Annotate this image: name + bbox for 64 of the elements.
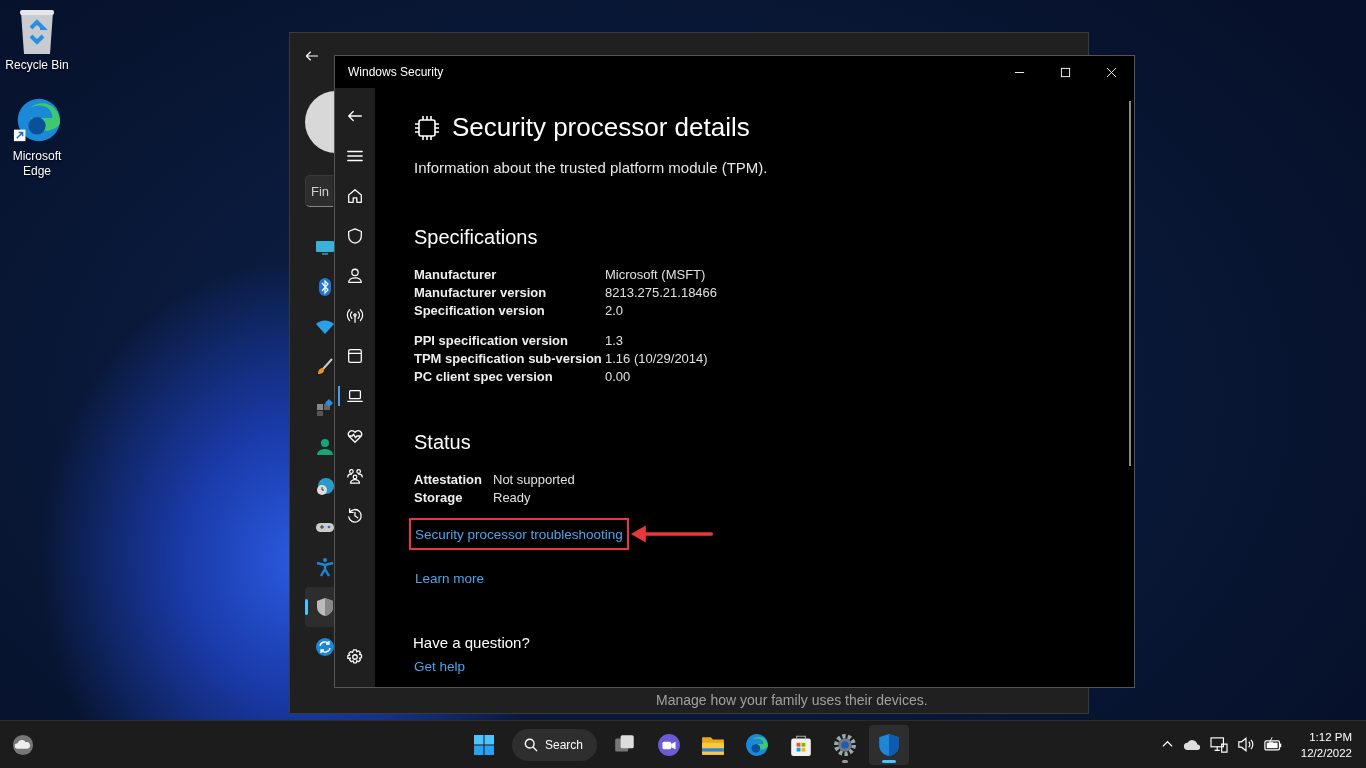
windows-logo-icon[interactable] [473,733,495,756]
desktop-icon-label: Microsoft Edge [11,149,63,179]
status-value: Ready [493,490,532,506]
gear-icon[interactable] [833,732,858,757]
person-icon[interactable] [346,267,364,285]
maximize-icon[interactable] [1059,66,1071,78]
back-arrow-icon[interactable] [304,48,320,64]
section-heading: Specifications [414,226,539,249]
spec-value: 1.16 (10/29/2014) [605,351,708,367]
status-label: Attestation [414,472,483,488]
window-title: Windows Security [347,65,445,79]
edge-icon[interactable] [745,732,770,757]
chip-icon [414,114,440,141]
apps-icon[interactable] [315,397,335,417]
search-field[interactable]: Fin [305,175,333,207]
people-icon[interactable] [346,467,364,485]
section-heading: Status [414,431,472,454]
globe-clock-icon[interactable] [315,477,335,497]
description-text: Manage how your family uses their devices. [656,692,928,708]
spec-label: Manufacturer [414,267,498,283]
accessibility-icon[interactable] [315,557,335,577]
cloud-icon[interactable] [1182,738,1201,751]
laptop-icon[interactable] [346,387,364,405]
desktop-icon-label: Recycle Bin [4,58,70,73]
heart-pulse-icon[interactable] [346,427,364,445]
spec-label: PC client spec version [414,369,554,385]
app-window-icon[interactable] [346,347,364,365]
brush-icon[interactable] [315,357,335,377]
recycle-bin-icon[interactable] [17,8,57,54]
speaker-icon[interactable] [1236,737,1255,752]
status-value: Not supported [493,472,575,488]
link[interactable]: Get help [414,659,1134,674]
question-heading: Have a question? [413,634,531,651]
sync-icon[interactable] [315,637,335,657]
search-button[interactable]: Search [512,728,598,761]
clock-date[interactable]: 12/2/2022 [1300,744,1352,761]
link[interactable]: Security processor troubleshooting [415,527,623,542]
spec-value: 1.3 [605,333,625,349]
antenna-icon[interactable] [346,307,364,325]
battery-icon[interactable] [1263,737,1284,752]
link[interactable]: Learn more [415,570,485,586]
close-icon[interactable] [1105,66,1117,78]
spec-label: Manufacturer version [414,285,548,301]
page-title: Security processor details [452,112,750,143]
spec-value: Microsoft (MSFT) [605,267,707,283]
spec-value: 8213.275.21.18466 [605,285,718,301]
page-subtitle: Information about the trusted platform module (TPM). [414,159,769,176]
spec-value: 2.0 [605,303,625,319]
settings-icon[interactable] [346,648,364,666]
spec-label: PPI specification version [414,333,569,349]
chat-icon[interactable] [657,732,682,757]
shield-icon[interactable] [346,227,364,245]
shield-icon[interactable] [315,597,335,617]
spec-value: 0.00 [605,369,632,385]
search-icon [524,737,538,752]
spec-label: TPM specification sub-version [414,351,603,367]
cloud-sun-icon[interactable] [12,733,34,756]
scrollbar[interactable] [1129,101,1131,466]
network-icon[interactable] [1209,736,1228,753]
spec-label: Specification version [414,303,546,319]
home-icon[interactable] [346,187,364,205]
status-label: Storage [414,490,464,506]
history-icon[interactable] [346,507,364,525]
clock-time[interactable]: 1:12 PM [1309,728,1352,745]
